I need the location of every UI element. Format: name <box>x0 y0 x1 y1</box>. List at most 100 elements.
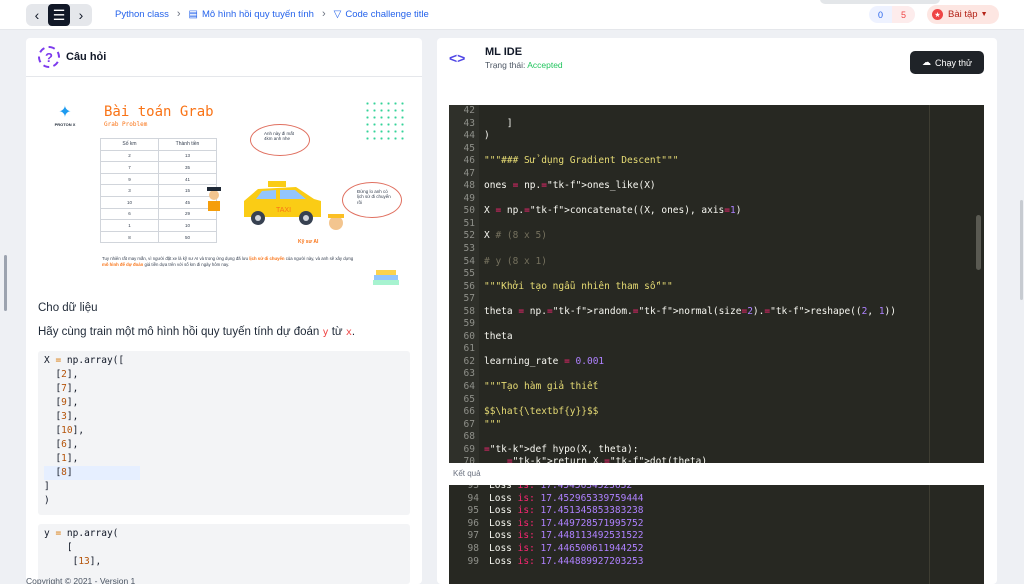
console-text: Loss is: 17.4545634523632 <box>489 485 632 493</box>
homework-icon: ★ <box>932 9 943 20</box>
line-number: 42 <box>463 105 475 116</box>
decorative-dots <box>364 100 406 142</box>
loss-is: is: <box>517 517 535 529</box>
code-text: ones = np.="tk-f">ones_like(X) <box>484 180 656 192</box>
line-number: 68 <box>463 431 475 443</box>
loss-value: 17.448113492531522 <box>540 530 644 542</box>
code-line: ) <box>44 495 50 506</box>
editor-scrollbar[interactable] <box>976 215 981 270</box>
task-text-b: từ <box>328 326 346 338</box>
code-text: ="tk-k">return X.="tk-f">dot(theta) <box>506 456 708 463</box>
homework-label: Bài tập <box>948 9 978 20</box>
line-number: 61 <box>463 343 475 355</box>
line-number: 99 <box>467 555 479 567</box>
list-icon: ☰ <box>52 6 66 23</box>
desc-text: giá tiền dựa trên với số km đi ngày hôm … <box>143 262 230 268</box>
line-number: 67 <box>463 418 475 430</box>
code-line: [13], <box>44 556 102 567</box>
line-number: 69 <box>463 443 475 455</box>
ide-status: Trạng thái: Accepted <box>485 60 563 70</box>
code-text: """Khởi tạo ngẫu nhiên tham số""" <box>484 280 673 292</box>
line-number: 70 <box>463 456 475 463</box>
console-text: Loss is: 17.444889927203253 <box>489 556 643 569</box>
loss-label: Loss <box>489 542 512 554</box>
breadcrumb-lesson[interactable]: Mô hình hồi quy tuyến tính <box>202 9 314 20</box>
code-text: theta = np.="tk-f">random.="tk-f">normal… <box>484 305 896 317</box>
task-text-a: Hãy cùng train một mô hình hồi quy tuyến… <box>38 326 323 338</box>
code-text: X = np.="tk-f">concatenate((X, ones), ax… <box>484 205 742 217</box>
code-text: ) <box>484 130 490 142</box>
divider <box>26 76 422 77</box>
desc-highlight: lịch sử di chuyển <box>249 256 285 261</box>
page-scrollbar[interactable] <box>1020 200 1023 300</box>
table-cell: 2 <box>100 149 159 163</box>
loss-value: 17.452965339759444 <box>540 492 644 504</box>
ide-panel: <> ML IDE Trạng thái: Accepted ☁ Chạy th… <box>437 38 997 584</box>
toast-shadow <box>820 0 940 4</box>
code-text: ="tk-k">def hypo(X, theta): <box>484 443 639 455</box>
code-line: [2], <box>44 369 79 380</box>
code-call: np.array( <box>66 528 119 539</box>
task-text: Hãy cùng train một mô hình hồi quy tuyến… <box>38 326 355 338</box>
left-scrollbar[interactable] <box>4 255 7 311</box>
caret-down-icon: ▼ <box>980 11 988 18</box>
breadcrumb-course[interactable]: Python class <box>115 9 169 20</box>
console-text: Loss is: 17.446500611944252 <box>489 543 643 556</box>
illustration-description: Tuy nhiên rất may mắn, vì người đặt xe l… <box>102 256 360 268</box>
loss-value: 17.4545634523632 <box>540 485 633 491</box>
code-line: [6], <box>44 439 79 450</box>
forward-button[interactable]: › <box>70 4 92 26</box>
line-number: 51 <box>463 217 475 229</box>
console-lines: 93 Loss is: 17.4545634523632 94 Loss is: 17… <box>449 485 984 568</box>
code-number: 8 <box>61 467 67 478</box>
loss-is: is: <box>517 555 535 567</box>
loss-value: 17.451345853383238 <box>540 505 644 517</box>
code-line: X = np.array([ <box>44 354 404 368</box>
console-line: 96 Loss is: 17.449728571995752 <box>449 518 984 531</box>
books-icon <box>373 270 399 285</box>
line-number: 52 <box>463 230 475 242</box>
line-number: 96 <box>467 517 479 529</box>
total-count: 5 <box>892 6 915 23</box>
code-call: np.array([ <box>66 355 125 366</box>
desc-highlight: mô hình để dự đoán <box>102 262 144 268</box>
code-line: [8] <box>44 466 404 480</box>
line-number: 55 <box>463 268 475 280</box>
line-number: 56 <box>463 280 475 292</box>
table-header: Thành tiền <box>158 138 217 151</box>
line-number: 93 <box>467 485 479 491</box>
breadcrumb-challenge[interactable]: Code challenge title <box>345 9 428 20</box>
svg-text:TAXI: TAXI <box>276 207 291 214</box>
chevron-right-icon: › <box>78 7 84 23</box>
loss-label: Loss <box>489 485 512 491</box>
print-margin <box>929 485 930 584</box>
console-line: 98 Loss is: 17.446500611944252 <box>449 543 984 556</box>
line-number: 94 <box>467 492 479 504</box>
engineer-icon <box>328 214 344 230</box>
nav-button-group: ‹ ☰ › <box>26 4 92 26</box>
question-title: Câu hỏi <box>66 51 107 63</box>
loss-is: is: <box>517 492 535 504</box>
console-line: 97 Loss is: 17.448113492531522 <box>449 530 984 543</box>
back-button[interactable]: ‹ <box>26 4 48 26</box>
homework-dropdown[interactable]: ★ Bài tập ▼ <box>927 5 999 24</box>
code-editor[interactable]: 42 43 ] 44) 45 46 """### Sử dụng Gradient Des… <box>449 105 984 463</box>
code-number: 13 <box>78 556 90 567</box>
y-code-block: y = np.array( [ [13], <box>38 524 410 584</box>
line-number: 64 <box>463 381 475 393</box>
line-number: 50 <box>463 205 475 217</box>
taxi-illustration: TAXI <box>207 181 344 230</box>
list-button[interactable]: ☰ <box>48 4 70 26</box>
code-number: 10 <box>61 425 73 436</box>
line-number: 60 <box>463 330 475 342</box>
line-number: 58 <box>463 305 475 317</box>
loss-label: Loss <box>489 517 512 529</box>
progress-counter: 0 5 <box>869 6 915 23</box>
run-button[interactable]: ☁ Chạy thử <box>910 51 984 74</box>
proton-logo-icon: ✦ <box>58 104 72 121</box>
line-number: 97 <box>467 530 479 542</box>
code-number: 2 <box>61 369 67 380</box>
loss-is: is: <box>517 485 535 491</box>
line-number: 65 <box>463 393 475 405</box>
code-line: [ <box>66 542 73 553</box>
